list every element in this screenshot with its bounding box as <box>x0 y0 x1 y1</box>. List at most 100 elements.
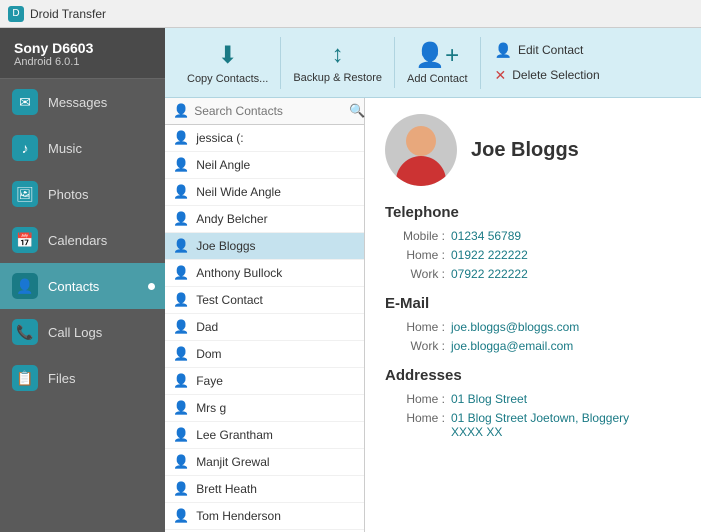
sidebar-item-contacts[interactable]: 👤 Contacts <box>0 263 165 309</box>
split-panel: 👤 🔍 👤jessica (:👤Neil Angle👤Neil Wide Ang… <box>165 98 701 532</box>
contact-item[interactable]: 👤 Anthony Bullock <box>165 260 364 287</box>
delete-selection-label: Delete Selection <box>512 68 599 82</box>
contact-person-icon: 👤 <box>173 265 189 281</box>
sidebar: Sony D6603 Android 6.0.1 ✉ Messages ♪ Mu… <box>0 28 165 532</box>
contact-name-item: Neil Wide Angle <box>196 185 281 199</box>
files-icon: 📋 <box>12 365 38 391</box>
email-section: E-Mail Home : joe.bloggs@bloggs.com Work… <box>385 295 681 353</box>
addresses-title: Addresses <box>385 367 681 384</box>
contact-name-item: jessica (: <box>196 131 243 145</box>
telephone-section: Telephone Mobile : 01234 56789 Home : 01… <box>385 204 681 281</box>
contacts-icon: 👤 <box>12 273 38 299</box>
contact-item[interactable]: 👤Tom Henderson <box>165 503 364 530</box>
contact-item[interactable]: 👤Joe Bloggs <box>165 233 364 260</box>
messages-icon: ✉ <box>12 89 38 115</box>
email-home: Home : joe.bloggs@bloggs.com <box>385 320 681 334</box>
sidebar-item-music[interactable]: ♪ Music <box>0 125 165 171</box>
contact-name-item: Brett Heath <box>196 482 257 496</box>
email-home-label: Home : <box>385 320 445 334</box>
addr2-value: 01 Blog Street Joetown, BloggeryXXXX XX <box>451 411 629 439</box>
address-2: Home : 01 Blog Street Joetown, BloggeryX… <box>385 411 681 439</box>
sidebar-item-photos[interactable]: 🖼 Photos <box>0 171 165 217</box>
telephone-work: Work : 07922 222222 <box>385 267 681 281</box>
avatar-body <box>396 156 446 186</box>
contact-person-icon: 👤 <box>173 427 189 443</box>
search-bar: 👤 🔍 <box>165 98 364 125</box>
titlebar: D Droid Transfer <box>0 0 701 28</box>
email-home-value: joe.bloggs@bloggs.com <box>451 320 579 334</box>
contact-person-icon: 👤 <box>173 211 189 227</box>
avatar-face <box>406 126 436 156</box>
add-contact-icon: 👤+ <box>415 41 459 70</box>
tel-home-label: Home : <box>385 248 445 262</box>
addresses-section: Addresses Home : 01 Blog Street Home : 0… <box>385 367 681 439</box>
call-logs-label: Call Logs <box>48 325 102 340</box>
music-label: Music <box>48 141 82 156</box>
contact-item[interactable]: 👤Manjit Grewal <box>165 449 364 476</box>
contact-name-item: Joe Bloggs <box>196 239 255 253</box>
avatar <box>385 114 457 186</box>
contact-name: Joe Bloggs <box>471 139 579 162</box>
contact-item[interactable]: 👤Lee Grantham <box>165 422 364 449</box>
photos-label: Photos <box>48 187 88 202</box>
photos-icon: 🖼 <box>12 181 38 207</box>
add-contact-button[interactable]: 👤+ Add Contact <box>395 37 481 89</box>
sidebar-item-messages[interactable]: ✉ Messages <box>0 79 165 125</box>
mobile-label: Mobile : <box>385 229 445 243</box>
contact-list: 👤jessica (:👤Neil Angle👤Neil Wide Angle👤A… <box>165 125 364 532</box>
device-name: Sony D6603 <box>14 40 155 56</box>
app-name: Droid Transfer <box>30 7 106 21</box>
contact-name-item: Anthony Bullock <box>196 266 282 280</box>
contact-item[interactable]: 👤Brett Heath <box>165 476 364 503</box>
sidebar-item-files[interactable]: 📋 Files <box>0 355 165 401</box>
edit-contact-icon: 👤 <box>495 42 512 59</box>
contact-item[interactable]: 👤jessica (: <box>165 125 364 152</box>
contact-list-panel: 👤 🔍 👤jessica (:👤Neil Angle👤Neil Wide Ang… <box>165 98 365 532</box>
email-work: Work : joe.blogga@email.com <box>385 339 681 353</box>
active-dot <box>148 283 155 290</box>
delete-selection-button[interactable]: ✕ Delete Selection <box>495 63 600 88</box>
contact-item[interactable]: 👤 Test Contact <box>165 287 364 314</box>
search-input[interactable] <box>194 104 349 118</box>
contact-name-item: Dom <box>196 347 221 361</box>
telephone-home: Home : 01922 222222 <box>385 248 681 262</box>
edit-contact-button[interactable]: 👤 Edit Contact <box>495 38 600 63</box>
addr1-label: Home : <box>385 392 445 406</box>
copy-contacts-button[interactable]: ⬇ Copy Contacts... <box>175 37 281 89</box>
main-layout: Sony D6603 Android 6.0.1 ✉ Messages ♪ Mu… <box>0 28 701 532</box>
add-contact-label: Add Contact <box>407 73 468 85</box>
contact-person-icon: 👤 <box>173 346 189 362</box>
contact-item[interactable]: 👤Mrs g <box>165 395 364 422</box>
contact-item[interactable]: 👤 Faye <box>165 368 364 395</box>
contact-name-item: Manjit Grewal <box>196 455 269 469</box>
contact-person-icon: 👤 <box>173 400 189 416</box>
backup-restore-button[interactable]: ↕ Backup & Restore <box>281 37 395 88</box>
contact-item[interactable]: 👤 Dom <box>165 341 364 368</box>
sidebar-item-calendars[interactable]: 📅 Calendars <box>0 217 165 263</box>
search-person-icon: 👤 <box>173 103 189 119</box>
search-icon: 🔍 <box>349 103 365 119</box>
device-os: Android 6.0.1 <box>14 56 155 68</box>
toolbar: ⬇ Copy Contacts... ↕ Backup & Restore 👤+… <box>165 28 701 98</box>
email-work-value: joe.blogga@email.com <box>451 339 573 353</box>
calendars-label: Calendars <box>48 233 107 248</box>
contact-person-icon: 👤 <box>173 373 189 389</box>
messages-label: Messages <box>48 95 107 110</box>
contact-item[interactable]: 👤Andy Belcher <box>165 206 364 233</box>
tel-home-value: 01922 222222 <box>451 248 528 262</box>
sidebar-item-call-logs[interactable]: 📞 Call Logs <box>0 309 165 355</box>
addr1-value: 01 Blog Street <box>451 392 527 406</box>
calendars-icon: 📅 <box>12 227 38 253</box>
email-title: E-Mail <box>385 295 681 312</box>
copy-contacts-label: Copy Contacts... <box>187 73 268 85</box>
contact-item[interactable]: 👤Neil Wide Angle <box>165 179 364 206</box>
contact-item[interactable]: 👤Neil Angle <box>165 152 364 179</box>
toolbar-right: 👤 Edit Contact ✕ Delete Selection <box>481 38 600 88</box>
telephone-title: Telephone <box>385 204 681 221</box>
contact-name-item: Test Contact <box>196 293 263 307</box>
contact-person-icon: 👤 <box>173 292 189 308</box>
telephone-mobile: Mobile : 01234 56789 <box>385 229 681 243</box>
contact-name-item: Faye <box>196 374 223 388</box>
contact-person-icon: 👤 <box>173 319 189 335</box>
contact-item[interactable]: 👤Dad <box>165 314 364 341</box>
